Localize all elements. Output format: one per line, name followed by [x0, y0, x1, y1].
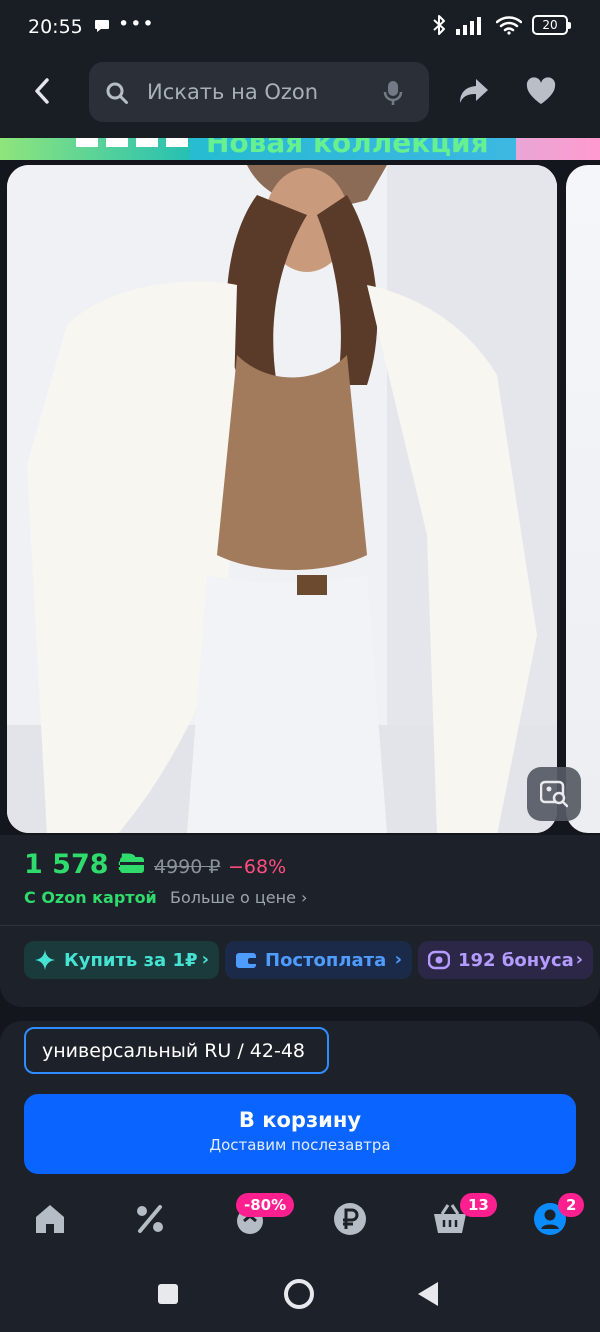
recent-apps-button[interactable] — [158, 1284, 178, 1304]
postpay-chip[interactable]: Постоплата › — [225, 941, 412, 979]
chip-label: Постоплата — [265, 949, 387, 971]
ruble-icon — [334, 1203, 366, 1235]
signal-icon — [456, 17, 481, 35]
sparkle-icon — [35, 950, 55, 970]
battery-indicator: 20 — [532, 15, 571, 35]
add-to-cart-button[interactable]: В корзину Доставим послезавтра — [24, 1094, 576, 1174]
search-placeholder: Искать на Ozon — [147, 80, 319, 104]
sale-badge: -80% — [236, 1193, 295, 1217]
size-selector[interactable]: универсальный RU / 42-48 — [24, 1027, 329, 1074]
bonus-coin-icon — [428, 950, 450, 970]
percent-icon — [137, 1205, 163, 1233]
chip-label: Купить за 1₽ — [64, 949, 198, 971]
status-indicators: 20 — [432, 14, 571, 36]
wifi-icon — [496, 16, 522, 35]
bluetooth-icon — [433, 15, 445, 35]
banner-decoration-right — [516, 138, 600, 160]
chevron-right-icon: › — [394, 949, 402, 970]
image-search-icon — [540, 780, 568, 808]
search-input[interactable]: Искать на Ozon — [89, 62, 429, 122]
cart-button-title: В корзину — [238, 1108, 362, 1132]
more-price-link[interactable]: Больше о цене › — [170, 888, 307, 907]
chevron-right-icon: › — [201, 949, 209, 970]
home-icon — [36, 1205, 64, 1233]
tab-home[interactable] — [32, 1201, 72, 1241]
tab-sales[interactable] — [132, 1201, 172, 1241]
status-time: 20:55 — [28, 16, 83, 38]
buy-for-1-ruble-chip[interactable]: Купить за 1₽ › — [24, 941, 219, 979]
product-photo[interactable] — [7, 165, 557, 833]
banner-decoration-left — [0, 138, 190, 160]
cart-button-subtitle: Доставим послезавтра — [209, 1136, 391, 1154]
promo-banner[interactable]: Новая коллекция — [0, 138, 600, 160]
profile-badge: 2 — [558, 1193, 585, 1217]
status-more-dots: ••• — [118, 13, 155, 35]
home-button[interactable] — [284, 1279, 314, 1309]
back-button[interactable] — [418, 1282, 438, 1306]
top-search-bar: Искать на Ozon — [0, 58, 600, 138]
search-icon — [106, 82, 128, 104]
image-search-button[interactable] — [527, 767, 581, 821]
heart-icon[interactable] — [526, 77, 556, 105]
microphone-icon[interactable] — [383, 80, 403, 106]
wallet-icon — [236, 953, 258, 968]
status-bar: 20:55 ••• 20 — [0, 0, 600, 58]
divider — [0, 925, 600, 926]
ozon-card-label: С Ozon картой — [24, 888, 157, 907]
purchase-panel: универсальный RU / 42-48 В корзину Доста… — [0, 1021, 600, 1271]
cart-count-badge: 13 — [460, 1193, 497, 1217]
price-old: 4990 ₽ — [154, 856, 221, 878]
share-icon[interactable] — [458, 77, 490, 105]
chevron-right-icon: › — [575, 949, 583, 970]
banner-text: Новая коллекция — [206, 138, 489, 159]
product-photo-illustration — [7, 165, 557, 833]
price-card: 1 578 ₽ 4990 ₽ −68% С Ozon картой Больше… — [0, 835, 600, 1007]
chevron-left-icon[interactable] — [28, 76, 58, 106]
chat-bubble-icon — [95, 20, 109, 32]
system-navigation-bar — [0, 1250, 600, 1332]
discount-label: −68% — [228, 856, 287, 878]
tab-finance[interactable] — [332, 1201, 372, 1241]
next-photo-preview[interactable] — [566, 165, 600, 833]
card-icon — [120, 857, 144, 873]
chip-label: 192 бонуса — [458, 949, 574, 971]
bonus-chip[interactable]: 192 бонуса › — [418, 941, 593, 979]
